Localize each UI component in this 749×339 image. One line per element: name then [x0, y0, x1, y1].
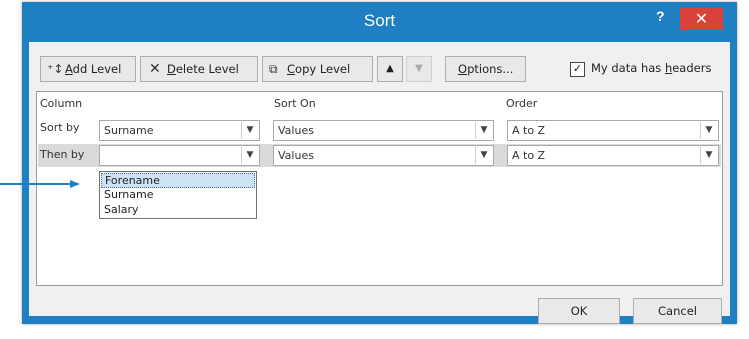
chevron-down-icon: ▼ [700, 122, 717, 139]
add-level-icon: ⁺↕ [47, 62, 64, 76]
then-by-order-select[interactable]: A to Z ▼ [507, 145, 719, 166]
column-header: Column [40, 97, 83, 110]
copy-level-button[interactable]: ⧉ Copy Level [262, 56, 373, 82]
then-by-column-select[interactable]: ▼ [99, 145, 260, 166]
dropdown-option-surname[interactable]: Surname [101, 188, 255, 203]
delete-level-icon: ✕ [149, 61, 161, 77]
delete-level-button[interactable]: ✕ Delete Level [140, 56, 258, 82]
dropdown-option-forename[interactable]: Forename [101, 173, 255, 188]
order-header: Order [506, 97, 538, 110]
chevron-down-icon: ▼ [241, 147, 258, 164]
ok-button[interactable]: OK [538, 298, 620, 324]
callout-arrow-icon [0, 180, 80, 188]
copy-level-icon: ⧉ [269, 62, 278, 76]
sort-by-order-select[interactable]: A to Z ▼ [507, 120, 719, 141]
sort-by-column-select[interactable]: Surname ▼ [99, 120, 260, 141]
options-button[interactable]: Options... [445, 56, 526, 82]
title-bar[interactable]: Sort ? ✕ [22, 2, 737, 42]
dropdown-option-salary[interactable]: Salary [101, 203, 255, 218]
move-down-button[interactable]: ▼ [406, 56, 432, 82]
my-data-has-headers-checkbox[interactable]: ✓ [570, 62, 585, 77]
chevron-down-icon: ▼ [475, 147, 492, 164]
column-dropdown-list: Forename Surname Salary [99, 171, 257, 219]
sort-on-header: Sort On [274, 97, 316, 110]
chevron-down-icon: ▼ [700, 147, 717, 164]
close-button[interactable]: ✕ [680, 8, 723, 30]
dialog-title: Sort [363, 11, 396, 30]
add-level-button[interactable]: ⁺↕ Add Level [40, 56, 136, 82]
help-button[interactable]: ? [656, 8, 665, 24]
then-by-sort-on-select[interactable]: Values ▼ [273, 145, 494, 166]
chevron-down-icon: ▼ [241, 122, 258, 139]
chevron-down-icon: ▼ [475, 122, 492, 139]
my-data-has-headers-label[interactable]: My data has headers [591, 61, 711, 75]
cancel-button[interactable]: Cancel [633, 298, 722, 324]
move-up-button[interactable]: ▲ [377, 56, 403, 82]
sort-dialog: Sort ? ✕ ⁺↕ Add Level ✕ Delete Level ⧉ C… [22, 2, 737, 324]
then-by-label: Then by [40, 148, 85, 161]
sort-by-sort-on-select[interactable]: Values ▼ [273, 120, 494, 141]
sort-by-label: Sort by [40, 121, 80, 134]
